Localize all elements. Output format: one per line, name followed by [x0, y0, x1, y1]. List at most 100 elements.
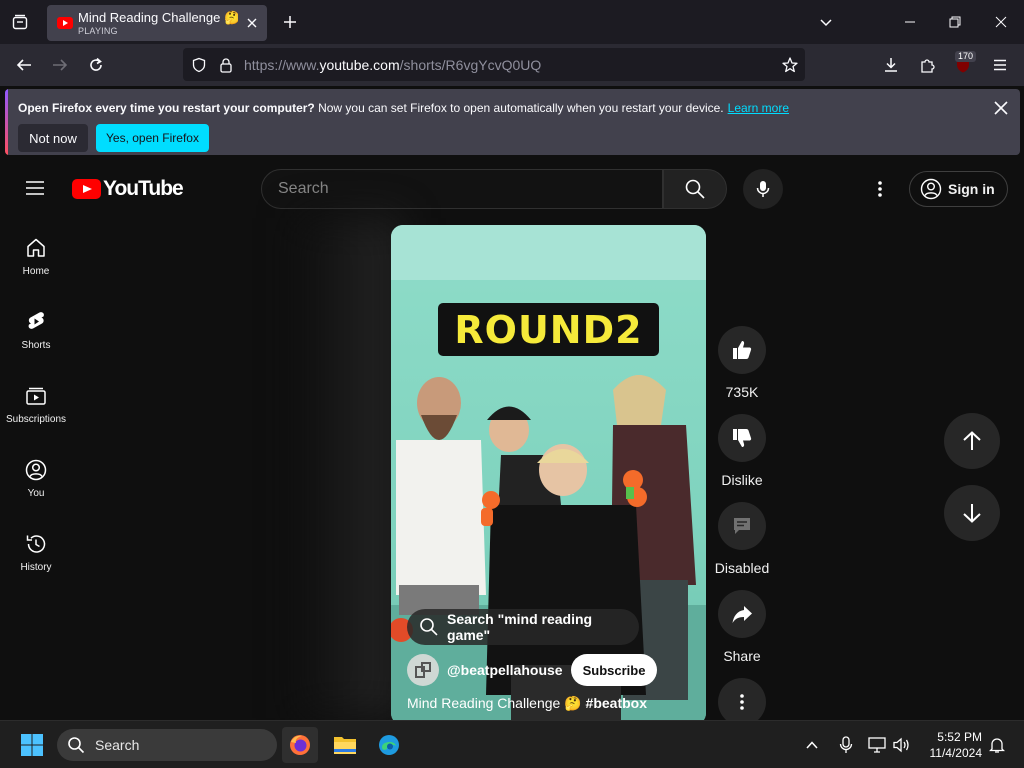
youtube-favicon-icon — [57, 17, 73, 29]
yes-open-firefox-button[interactable]: Yes, open Firefox — [96, 124, 209, 152]
previous-short-button[interactable] — [944, 413, 1000, 469]
youtube-logo[interactable]: YouTube — [72, 177, 184, 200]
search-icon — [420, 618, 438, 636]
show-hidden-icons-chevron-icon[interactable] — [802, 727, 822, 763]
notification-title: Open Firefox every time you restart your… — [18, 101, 315, 115]
dislike-action[interactable]: Dislike — [718, 414, 766, 488]
file-explorer-taskbar-icon[interactable] — [327, 727, 363, 763]
taskbar-search-label: Search — [95, 737, 140, 753]
new-tab-icon[interactable] — [280, 12, 300, 32]
sign-in-label: Sign in — [948, 181, 995, 197]
youtube-page: YouTube Search Sign in Home Shorts Subsc… — [0, 158, 1024, 720]
restore-icon[interactable] — [945, 12, 965, 32]
sidebar-item-shorts[interactable]: Shorts — [0, 310, 72, 380]
sidebar-item-home[interactable]: Home — [0, 236, 72, 306]
sidebar-label-shorts: Shorts — [21, 340, 51, 351]
windows-start-icon[interactable] — [14, 727, 50, 763]
comments-action[interactable]: Disabled — [714, 502, 770, 576]
tab-overview-icon[interactable] — [10, 12, 30, 32]
sidebar-label-history: History — [20, 562, 52, 573]
edge-taskbar-icon[interactable] — [371, 727, 407, 763]
tab-title: Mind Reading Challenge 🤔 #beatbox — [78, 10, 238, 25]
comment-icon — [734, 518, 750, 534]
arrow-down-icon — [963, 504, 981, 523]
guide-menu-icon[interactable] — [24, 177, 46, 199]
round-overlay-text: ROUND2 — [438, 303, 659, 356]
tab-close-icon[interactable] — [243, 14, 261, 32]
subscribe-button[interactable]: Subscribe — [570, 654, 658, 686]
thumbs-up-icon — [733, 341, 752, 359]
sidebar-item-you[interactable]: You — [0, 458, 72, 528]
home-icon — [27, 238, 45, 257]
like-button[interactable] — [718, 326, 766, 374]
list-all-tabs-icon[interactable] — [816, 12, 836, 32]
downloads-icon[interactable] — [881, 55, 901, 75]
comments-disabled-label: Disabled — [714, 560, 770, 576]
channel-logo-icon — [415, 662, 431, 678]
clock-time: 5:52 PM — [937, 730, 982, 744]
notifications-bell-icon[interactable] — [986, 727, 1008, 763]
lock-icon[interactable] — [216, 55, 236, 75]
short-title[interactable]: Mind Reading Challenge 🤔 #beatbox — [407, 695, 647, 712]
channel-name[interactable]: @beatpellahouse — [447, 662, 563, 678]
search-icon — [68, 737, 85, 754]
taskbar-clock[interactable]: 5:52 PM 11/4/2024 — [920, 729, 983, 761]
subscriptions-icon — [26, 387, 46, 405]
learn-more-link[interactable]: Learn more — [728, 101, 789, 115]
sidebar-item-history[interactable]: History — [0, 532, 72, 602]
related-search-text: Search "mind reading game" — [446, 611, 593, 643]
forward-arrow-icon[interactable] — [50, 55, 70, 75]
search-icon — [685, 179, 705, 199]
share-label: Share — [723, 648, 761, 664]
back-arrow-icon[interactable] — [14, 55, 34, 75]
channel-avatar[interactable] — [407, 654, 439, 686]
taskbar-search-box[interactable]: Search — [57, 729, 277, 761]
network-tray-icon[interactable] — [866, 727, 888, 763]
search-button[interactable] — [663, 169, 727, 209]
history-icon — [26, 535, 46, 553]
voice-search-button[interactable] — [743, 169, 783, 209]
extensions-puzzle-icon[interactable] — [918, 55, 938, 75]
sidebar-item-subscriptions[interactable]: Subscriptions — [0, 384, 72, 454]
share-action[interactable]: Share — [718, 590, 766, 664]
browser-tab-active[interactable]: Mind Reading Challenge 🤔 #beatbox PLAYIN… — [47, 5, 267, 41]
sidebar-label-you: You — [27, 488, 45, 499]
next-short-button[interactable] — [944, 485, 1000, 541]
settings-kebab-icon[interactable] — [868, 179, 892, 199]
app-menu-icon[interactable] — [990, 55, 1010, 75]
more-action[interactable] — [718, 678, 766, 720]
more-options-button[interactable] — [718, 678, 766, 720]
video-frame-illustration — [391, 225, 706, 720]
shorts-video-player[interactable]: ROUND2 Search "mind reading game" @beatp… — [391, 225, 706, 720]
close-window-icon[interactable] — [991, 12, 1011, 32]
close-notification-icon[interactable] — [992, 99, 1010, 117]
like-action[interactable]: 735K — [718, 326, 766, 400]
sign-in-button[interactable]: Sign in — [909, 171, 1008, 207]
minimize-icon[interactable] — [900, 12, 920, 32]
dislike-label: Dislike — [721, 472, 763, 488]
arrow-up-icon — [963, 431, 981, 450]
account-icon — [920, 178, 942, 200]
sidebar-label-home: Home — [22, 266, 50, 277]
firefox-taskbar-icon[interactable] — [282, 727, 318, 763]
search-input[interactable]: Search — [261, 169, 663, 209]
search-placeholder: Search — [278, 180, 329, 197]
share-button[interactable] — [718, 590, 766, 638]
url-text[interactable]: https://www.youtube.com/shorts/R6vgYcvQ0… — [244, 57, 541, 73]
short-hashtag[interactable]: #beatbox — [586, 695, 647, 711]
youtube-play-logo-icon — [72, 179, 101, 199]
bookmark-star-icon[interactable] — [780, 55, 800, 75]
dislike-button[interactable] — [718, 414, 766, 462]
thumbs-down-icon — [733, 429, 752, 447]
reload-icon[interactable] — [86, 55, 106, 75]
volume-tray-icon[interactable] — [890, 727, 912, 763]
related-search-chip[interactable]: Search "mind reading game" — [407, 609, 639, 645]
microphone-icon — [756, 181, 770, 197]
url-bar[interactable]: https://www.youtube.com/shorts/R6vgYcvQ0… — [183, 48, 805, 81]
comments-button[interactable] — [718, 502, 766, 550]
not-now-button[interactable]: Not now — [18, 124, 88, 152]
microphone-tray-icon[interactable] — [836, 727, 856, 763]
more-vert-icon — [740, 694, 744, 710]
shorts-icon — [28, 312, 44, 329]
tracking-shield-icon[interactable] — [189, 55, 209, 75]
